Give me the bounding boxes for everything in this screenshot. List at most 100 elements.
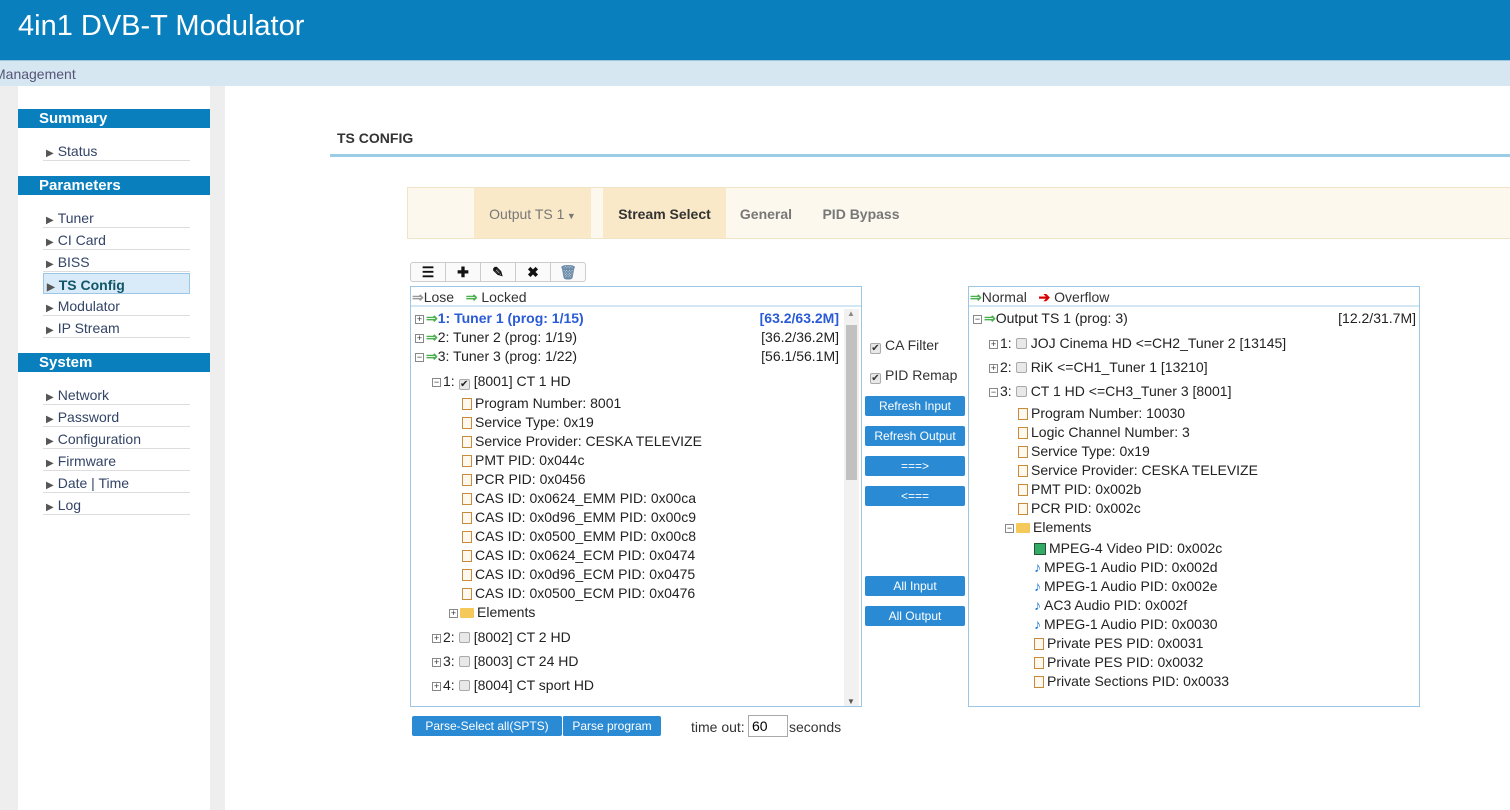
collapse-icon[interactable]: − [432,378,441,387]
node-checkbox[interactable] [458,680,470,691]
tree-node[interactable]: Program Number: 8001 [462,395,621,411]
collapse-icon[interactable]: − [973,315,982,324]
scroll-down-icon[interactable]: ▼ [847,697,855,706]
trash-icon[interactable]: 🗑 [551,263,585,281]
expand-icon[interactable]: + [432,682,441,691]
expand-icon[interactable]: + [432,634,441,643]
parse-select-all-button[interactable]: Parse-Select all(SPTS) [412,716,562,736]
tree-node[interactable]: Private PES PID: 0x0031 [1034,635,1203,651]
tree-node[interactable]: Private PES PID: 0x0032 [1034,654,1203,670]
tree-node[interactable]: ♪ MPEG-1 Audio PID: 0x0030 [1034,616,1218,632]
scrollbar[interactable]: ▲ ▼ [844,309,859,706]
checkbox-checked-icon: ✔ [870,373,881,384]
tree-node[interactable]: + ⇒1: Tuner 1 (prog: 1/15) [63.2/63.2M] [415,310,839,327]
sidebar-item-modulator[interactable]: ▶ Modulator [43,295,190,316]
tab-pid-bypass[interactable]: PID Bypass [812,188,910,238]
tree-node[interactable]: CAS ID: 0x0500_ECM PID: 0x0476 [462,585,695,601]
tree-node[interactable]: PCR PID: 0x002c [1018,500,1141,516]
tree-node[interactable]: PMT PID: 0x002b [1018,481,1141,497]
expand-icon[interactable]: + [449,609,458,618]
tree-node[interactable]: Service Provider: CESKA TELEVIZE [462,433,702,449]
node-checkbox[interactable] [458,656,470,667]
tree-node[interactable]: Service Type: 0x19 [1018,443,1150,459]
tree-node[interactable]: − ⇒3: Tuner 3 (prog: 1/22) [56.1/56.1M] [415,348,839,365]
tree-node[interactable]: +4: [8004] CT sport HD [432,677,594,693]
tree-node[interactable]: CAS ID: 0x0624_ECM PID: 0x0474 [462,547,695,563]
tree-node[interactable]: +1: JOJ Cinema HD <=CH2_Tuner 2 [13145] [989,335,1286,351]
node-index: 2: [443,629,455,645]
pencil-icon[interactable]: ✎ [481,263,516,281]
sidebar-item-ip-stream[interactable]: ▶ IP Stream [43,317,190,338]
tree-node[interactable]: Private Sections PID: 0x0033 [1034,673,1229,689]
node-checkbox[interactable] [1015,386,1027,397]
all-output-button[interactable]: All Output [865,606,965,626]
ca-filter-checkbox[interactable]: ✔ CA Filter [870,337,939,354]
sidebar-item-network[interactable]: ▶ Network [43,384,190,405]
tree-node[interactable]: − Elements [1005,519,1091,535]
tree-node[interactable]: − ⇒Output TS 1 (prog: 3) [12.2/31.7M] [973,310,1416,327]
tree-node[interactable]: CAS ID: 0x0d96_ECM PID: 0x0475 [462,566,695,582]
tree-node[interactable]: +2: [8002] CT 2 HD [432,629,571,645]
remove-from-output-button[interactable]: <=== [865,486,965,506]
collapse-icon[interactable]: − [989,388,998,397]
refresh-input-button[interactable]: Refresh Input [865,396,965,416]
refresh-output-button[interactable]: Refresh Output [865,426,965,446]
sidebar-item-date-time[interactable]: ▶ Date | Time [43,472,190,493]
sidebar-item-password[interactable]: ▶ Password [43,406,190,427]
audio-note-icon: ♪ [1034,616,1041,632]
list-icon[interactable]: ☰ [411,263,446,281]
sidebar-item-ts-config[interactable]: ▶ TS Config [43,273,190,294]
tree-node[interactable]: ♪ AC3 Audio PID: 0x002f [1034,597,1187,613]
pid-remap-checkbox[interactable]: ✔ PID Remap [870,367,957,384]
parse-program-button[interactable]: Parse program [562,716,661,736]
expand-icon[interactable]: + [415,334,424,343]
sidebar-item-firmware[interactable]: ▶ Firmware [43,450,190,471]
sidebar-item-configuration[interactable]: ▶ Configuration [43,428,190,449]
expand-icon[interactable]: + [415,315,424,324]
sidebar-item-ci-card[interactable]: ▶ CI Card [43,229,190,250]
nav-management[interactable]: Management [0,60,1510,86]
tree-node[interactable]: PMT PID: 0x044c [462,452,584,468]
collapse-icon[interactable]: − [1005,524,1014,533]
expand-icon[interactable]: + [432,658,441,667]
node-checkbox[interactable]: ✔ [458,379,470,390]
tree-node[interactable]: + ⇒2: Tuner 2 (prog: 1/19) [36.2/36.2M] [415,329,839,346]
tree-node[interactable]: ♪ MPEG-1 Audio PID: 0x002d [1034,559,1218,575]
scroll-up-icon[interactable]: ▲ [847,309,855,318]
tree-node[interactable]: Service Type: 0x19 [462,414,594,430]
tree-node[interactable]: +2: RiK <=CH1_Tuner 1 [13210] [989,359,1208,375]
sidebar-item-tuner[interactable]: ▶ Tuner [43,207,190,228]
tree-node[interactable]: CAS ID: 0x0500_EMM PID: 0x00c8 [462,528,696,544]
tree-node[interactable]: ♪ MPEG-1 Audio PID: 0x002e [1034,578,1218,594]
node-checkbox[interactable] [458,632,470,643]
tree-node[interactable]: −3: CT 1 HD <=CH3_Tuner 3 [8001] [989,383,1231,399]
tree-node[interactable]: Logic Channel Number: 3 [1018,424,1190,440]
tree-node[interactable]: CAS ID: 0x0624_EMM PID: 0x00ca [462,490,696,506]
expand-icon[interactable]: + [989,340,998,349]
sidebar-item-status[interactable]: ▶ Status [43,140,190,161]
collapse-icon[interactable]: − [415,353,424,362]
tree-node[interactable]: + Elements [449,604,535,620]
tab-stream-select[interactable]: Stream Select [603,188,726,238]
tab-output-ts-dropdown[interactable]: Output TS 1 ▼ [474,188,591,238]
tree-node[interactable]: Service Provider: CESKA TELEVIZE [1018,462,1258,478]
all-input-button[interactable]: All Input [865,576,965,596]
timeout-input[interactable] [748,715,788,737]
tree-node[interactable]: Program Number: 10030 [1018,405,1185,421]
tree-node[interactable]: −1: ✔ [8001] CT 1 HD [432,373,571,390]
close-icon[interactable]: ✖ [516,263,551,281]
sidebar-item-biss[interactable]: ▶ BISS [43,251,190,272]
tab-general[interactable]: General [730,188,802,238]
sidebar-item-log[interactable]: ▶ Log [43,494,190,515]
tree-node[interactable]: CAS ID: 0x0d96_EMM PID: 0x00c9 [462,509,696,525]
scroll-thumb[interactable] [846,325,857,480]
document-icon [462,493,472,505]
node-checkbox[interactable] [1015,338,1027,349]
node-checkbox[interactable] [1015,362,1027,373]
expand-icon[interactable]: + [989,364,998,373]
add-to-output-button[interactable]: ===> [865,456,965,476]
tree-node[interactable]: MPEG-4 Video PID: 0x002c [1034,540,1222,556]
tree-node[interactable]: +3: [8003] CT 24 HD [432,653,578,669]
tree-node[interactable]: PCR PID: 0x0456 [462,471,586,487]
plus-icon[interactable]: ✚ [446,263,481,281]
